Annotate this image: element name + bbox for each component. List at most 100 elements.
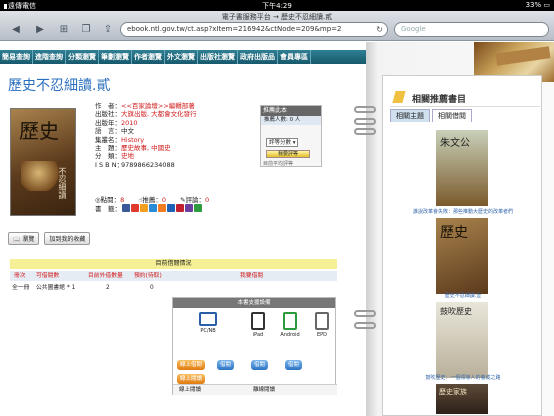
book-metadata: 作 者：<<百家論壇>>編輯部著 出版社：大旗出版, 大都會文化發行 出版年：2…	[95, 102, 255, 169]
tab-related-topic[interactable]: 相關主題	[390, 109, 430, 122]
recommend-cover[interactable]: 朱文公	[436, 130, 488, 206]
cell-library[interactable]: 公共圖書館 * 1	[36, 284, 75, 293]
facebook-icon[interactable]	[122, 204, 130, 212]
search-input[interactable]: Google	[394, 22, 549, 37]
plurk-icon[interactable]	[131, 204, 139, 212]
nav-item[interactable]: 簡易查詢	[0, 50, 33, 64]
borrow-button[interactable]: 借閱	[251, 360, 269, 370]
delicious-icon[interactable]	[140, 204, 148, 212]
offline-read-label: 離線閱讀	[253, 387, 276, 393]
twitter-icon[interactable]	[149, 204, 157, 212]
nav-item[interactable]: 進階查詢	[33, 50, 66, 64]
rating-head: 推薦此本	[261, 106, 321, 116]
book-title: 歷史不忍細讀.貳	[8, 78, 111, 94]
meta-row: 出版社：大旗出版, 大都會文化發行	[95, 110, 255, 118]
pc-icon	[199, 312, 217, 326]
clock: 下午4:29	[262, 2, 292, 10]
android-icon	[283, 312, 297, 330]
bookmarks-icon[interactable]: ⊞	[56, 24, 72, 36]
hemidemi-icon[interactable]	[176, 204, 184, 212]
isbn-value: 9789866234088	[121, 160, 175, 169]
recommend-caption[interactable]: 鼓吹歷史：一個領導人的養成之路	[396, 374, 530, 381]
ipad-icon	[251, 312, 265, 330]
back-icon[interactable]: ◀	[8, 24, 24, 36]
recommend-caption[interactable]: 歷史不忍細讀.壹	[396, 292, 530, 299]
cell-reserved: 0	[150, 285, 154, 291]
meta-row: 出版年：2010	[95, 119, 255, 127]
comments-count: 0	[205, 196, 210, 204]
funp-icon[interactable]	[167, 204, 175, 212]
meta-row: 集叢名：History	[95, 136, 255, 144]
battery: 33% ▭	[526, 1, 550, 9]
cover-title: 歷史	[440, 225, 468, 241]
book-tools: 📖 瀏覽 加到我的收藏	[8, 232, 91, 245]
google-bookmark-icon[interactable]	[194, 204, 202, 212]
device-label: Android	[280, 332, 300, 338]
share-icon[interactable]: ⇪	[100, 24, 116, 36]
device-label: iPad	[252, 332, 264, 338]
pages-icon[interactable]: ❐	[78, 24, 94, 36]
recommend-title: 相關推薦書目	[412, 95, 467, 105]
author-link[interactable]: <<百家論壇>>編輯部著	[121, 102, 195, 110]
rating-select-value: 評等分數	[269, 140, 292, 146]
recommend-count: 推薦人數: 0 人	[261, 116, 321, 125]
android-device: Android	[279, 312, 301, 342]
tab-related-borrow[interactable]: 相關借閱	[432, 109, 472, 122]
borrow-button[interactable]: 借閱	[217, 360, 235, 370]
series-link[interactable]: History	[121, 136, 144, 144]
borrow-button[interactable]: 借閱	[285, 360, 303, 370]
nav-item[interactable]: 出版社瀏覽	[198, 50, 238, 64]
epd-icon	[315, 312, 329, 330]
meta-label: I S B N：	[95, 160, 124, 169]
recommend-caption[interactable]: 誰說改革會失敗：那些推動大歷史的改革者們	[396, 208, 530, 215]
nav-item[interactable]: 會員專區	[278, 50, 311, 64]
ring-icon	[354, 106, 376, 113]
ring-icon	[354, 310, 376, 317]
book-cover: 歷史 不忍細讀	[10, 108, 76, 216]
cover-subtitle: 不忍細讀	[58, 167, 67, 199]
nav-item[interactable]: 筆劃瀏覽	[99, 50, 132, 64]
nav-item[interactable]: 外文瀏覽	[165, 50, 198, 64]
language-value: 中文	[121, 127, 134, 136]
pencil-icon	[392, 91, 406, 103]
pc-device: PC/NB	[197, 312, 219, 342]
publisher-link[interactable]: 大旗出版, 大都會文化發行	[121, 110, 197, 118]
cover-title: 朱文公	[440, 138, 470, 149]
recommend-cover[interactable]: 鼓吹歷史	[436, 302, 488, 378]
browse-button[interactable]: 📖 瀏覽	[8, 232, 40, 245]
forward-icon[interactable]: ▶	[32, 24, 48, 36]
rss-icon[interactable]	[158, 204, 166, 212]
support-title: 本書支援設備	[173, 298, 335, 308]
device-label: EPD	[316, 332, 328, 338]
rating-box: 推薦此本 推薦人數: 0 人 評等分數 ▾ 我要評等 目前平均評等	[260, 105, 322, 167]
supported-devices-box: 本書支援設備 PC/NB iPad Android EPD 線上借閱 線上閱讀 …	[172, 297, 337, 395]
recommend-cover[interactable]: 歷史家族	[436, 384, 488, 414]
address-bar[interactable]: ebook.ntl.gov.tw/ct.asp?xItem=216942&ctN…	[120, 22, 388, 37]
column-header: 可借閱數	[36, 273, 60, 279]
online-borrow-button[interactable]: 線上借閱	[177, 360, 206, 370]
subject-link[interactable]: 歷史故事, 中國史	[121, 144, 171, 152]
myshare-icon[interactable]	[185, 204, 193, 212]
recommend-header: 相關推薦書目	[390, 87, 540, 107]
bookmark-label: 書 籤：	[95, 205, 121, 213]
add-favorite-button[interactable]: 加到我的收藏	[44, 232, 91, 245]
nav-item[interactable]: 作者瀏覽	[132, 50, 165, 64]
rate-button[interactable]: 我要評等	[266, 150, 310, 158]
meta-label: 分 類：	[95, 152, 121, 161]
rating-select[interactable]: 評等分數 ▾	[266, 138, 298, 147]
nav-item[interactable]: 政府出版品	[238, 50, 278, 64]
cover-title: 歷史家族	[439, 388, 467, 396]
category-link[interactable]: 史地	[121, 152, 134, 160]
year-link[interactable]: 2010	[121, 119, 138, 127]
table-row: 全一冊 公共圖書館 * 1 2 0	[10, 284, 210, 293]
column-header: 目前外借數量	[88, 273, 123, 279]
reload-icon[interactable]: ↻	[376, 23, 383, 36]
meta-label: 出版社：	[95, 110, 121, 119]
meta-row: 語 言：中文	[95, 127, 255, 135]
online-read-button[interactable]: 線上閱讀	[177, 374, 206, 384]
read-mode-row: 線上閱讀 離線閱讀	[173, 384, 337, 395]
nav-item[interactable]: 分類瀏覽	[66, 50, 99, 64]
column-header: 我要借閱	[240, 273, 264, 279]
meta-label: 出版年：	[95, 118, 121, 127]
recommend-cover[interactable]: 歷史	[436, 218, 488, 294]
